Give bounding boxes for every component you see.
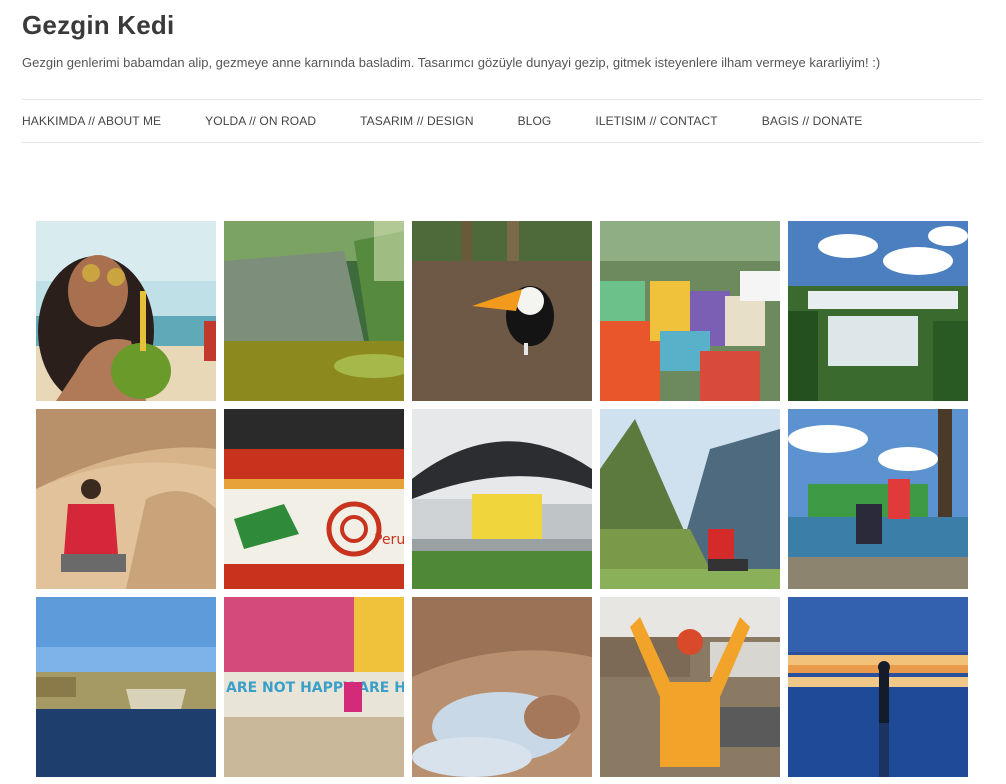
street-wall-text: ARE NOT HAPPY ARE HAPPIES bbox=[226, 680, 404, 696]
nav-item-on-road[interactable]: YOLDA // ON ROAD bbox=[205, 114, 316, 128]
photo-woman-coconut-image bbox=[36, 221, 216, 401]
site-tagline: Gezgin genlerimi babamdan alip, gezmeye … bbox=[22, 55, 881, 70]
gallery-photo-waterfalls[interactable] bbox=[788, 221, 968, 401]
photo-textile-image: Peru bbox=[224, 409, 404, 589]
photo-gallery: Peru ARE NOT HAPPY ARE H bbox=[36, 221, 968, 777]
gallery-photo-salt-flat[interactable] bbox=[788, 597, 968, 777]
photo-colorful-houses-image bbox=[600, 221, 780, 401]
site-title[interactable]: Gezgin Kedi bbox=[22, 10, 174, 41]
gallery-photo-lake-boats[interactable] bbox=[36, 597, 216, 777]
photo-sand-dunes-image bbox=[36, 409, 216, 589]
photo-toucan-image bbox=[412, 221, 592, 401]
nav-item-contact[interactable]: ILETISIM // CONTACT bbox=[595, 114, 717, 128]
nav-item-design[interactable]: TASARIM // DESIGN bbox=[360, 114, 474, 128]
gallery-photo-museum[interactable] bbox=[412, 409, 592, 589]
gallery-photo-sulfur-pools[interactable] bbox=[412, 597, 592, 777]
photo-street-wall-image: ARE NOT HAPPY ARE HAPPIES bbox=[224, 597, 404, 777]
nav-item-about[interactable]: HAKKIMDA // ABOUT ME bbox=[22, 114, 161, 128]
gallery-photo-miner[interactable] bbox=[600, 597, 780, 777]
photo-mural-image bbox=[788, 409, 968, 589]
photo-sulfur-pools-image bbox=[412, 597, 592, 777]
photo-museum-image bbox=[412, 409, 592, 589]
gallery-photo-woman-coconut[interactable] bbox=[36, 221, 216, 401]
nav-item-donate[interactable]: BAGIS // DONATE bbox=[762, 114, 863, 128]
gallery-photo-street-wall[interactable]: ARE NOT HAPPY ARE HAPPIES bbox=[224, 597, 404, 777]
photo-miner-image bbox=[600, 597, 780, 777]
photo-lake-boats-image bbox=[36, 597, 216, 777]
gallery-photo-textile[interactable]: Peru bbox=[224, 409, 404, 589]
textile-embroidered-text: Peru bbox=[374, 532, 404, 548]
photo-cliff-lagoon-image bbox=[224, 221, 404, 401]
gallery-photo-mural[interactable] bbox=[788, 409, 968, 589]
photo-mountain-ruins-image bbox=[600, 409, 780, 589]
gallery-photo-colorful-houses[interactable] bbox=[600, 221, 780, 401]
gallery-photo-mountain-ruins[interactable] bbox=[600, 409, 780, 589]
photo-salt-flat-image bbox=[788, 597, 968, 777]
main-nav: HAKKIMDA // ABOUT ME YOLDA // ON ROAD TA… bbox=[22, 99, 982, 143]
photo-waterfalls-image bbox=[788, 221, 968, 401]
gallery-photo-cliff-lagoon[interactable] bbox=[224, 221, 404, 401]
gallery-photo-sand-dunes[interactable] bbox=[36, 409, 216, 589]
gallery-photo-toucan[interactable] bbox=[412, 221, 592, 401]
nav-item-blog[interactable]: BLOG bbox=[518, 114, 552, 128]
